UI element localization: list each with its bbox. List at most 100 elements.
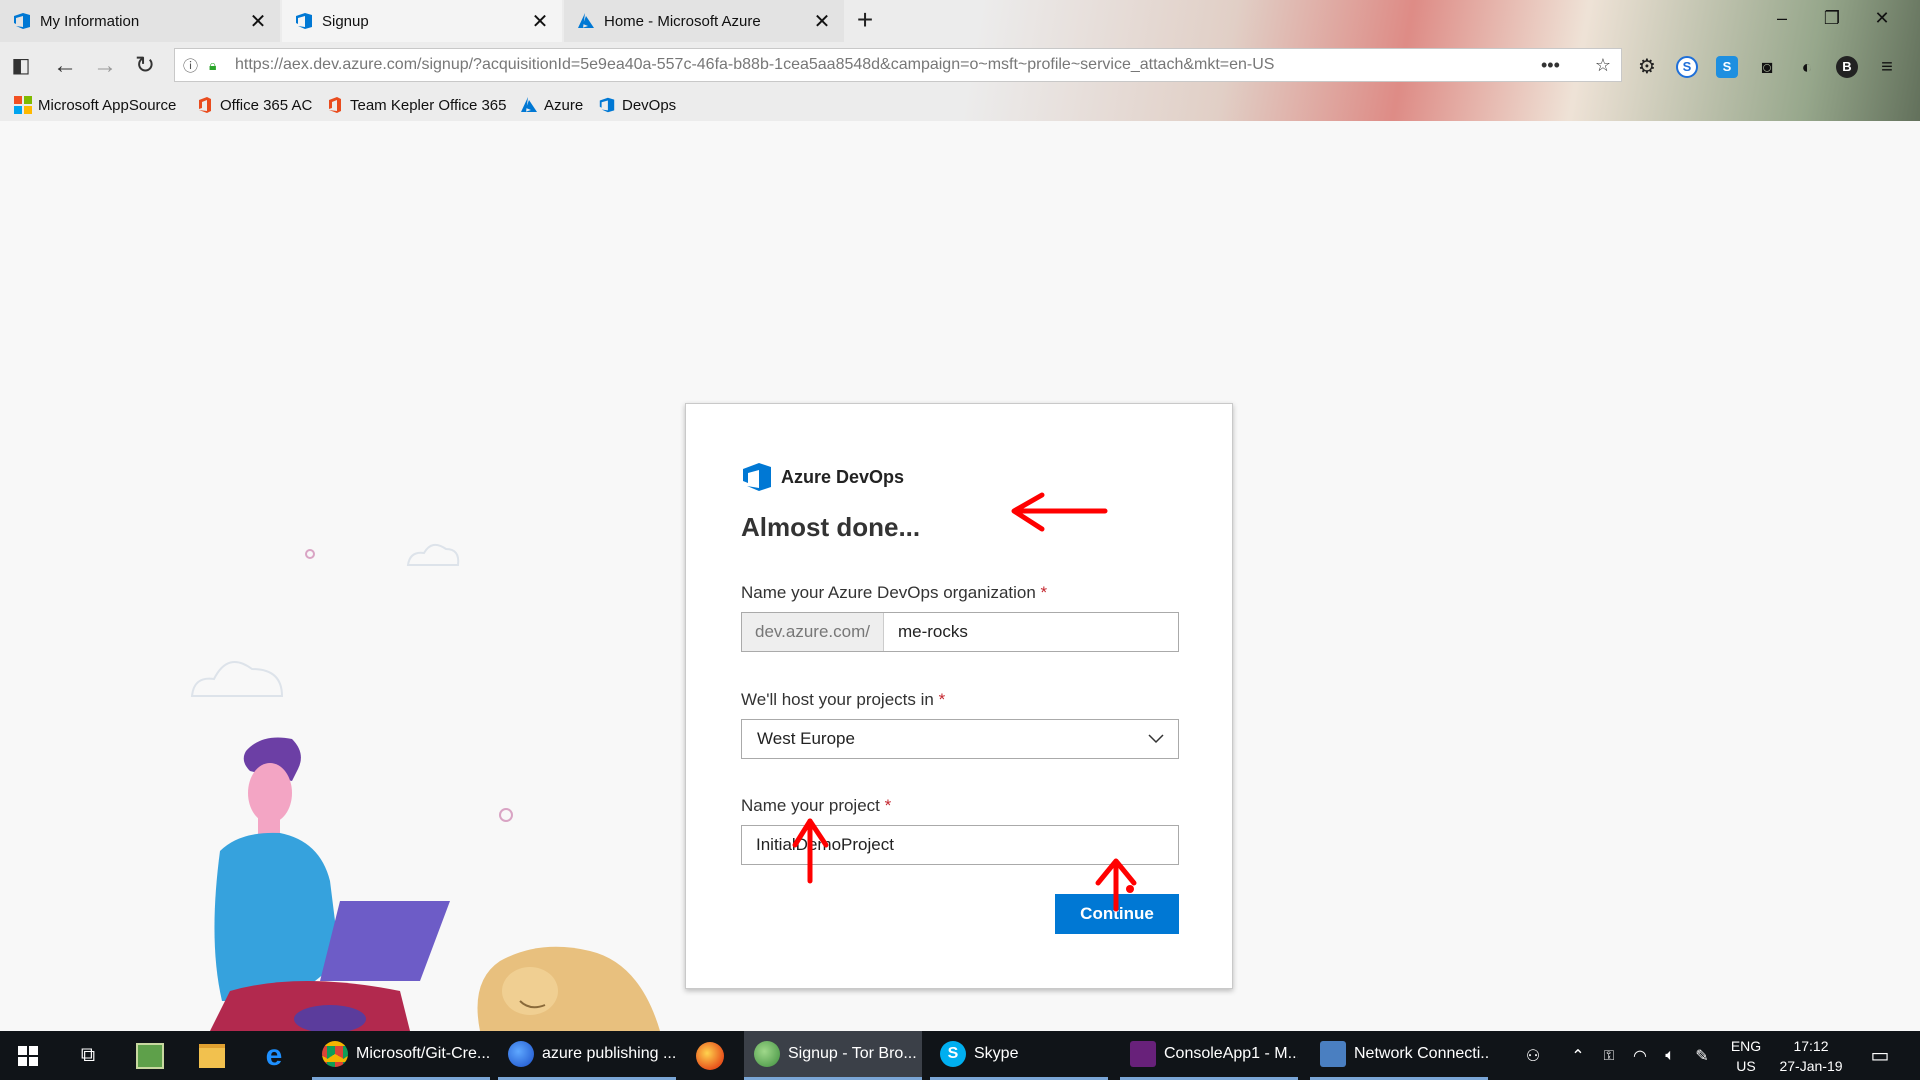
show-hidden-icons-chevron-icon[interactable]: ⌃ — [1566, 1031, 1590, 1080]
notifications-icon[interactable]: ▭ — [1862, 1031, 1898, 1080]
project-field — [741, 825, 1179, 865]
tab-label: Home - Microsoft Azure — [604, 12, 761, 30]
decor-circle — [499, 808, 513, 822]
required-marker: * — [938, 690, 946, 709]
bookmark-azure[interactable]: Azure — [520, 96, 583, 114]
project-label-text: Name your project — [741, 796, 880, 815]
edge-browser-icon[interactable]: e — [248, 1031, 300, 1080]
restore-icon[interactable]: ❐ — [1812, 8, 1852, 34]
taskbar-app-label: Signup - Tor Bro... — [788, 1045, 917, 1062]
org-field: dev.azure.com/ — [741, 612, 1179, 652]
tab-home-microsoft-azure[interactable]: Home - Microsoft Azure ✕ — [564, 0, 844, 42]
visual-studio-icon — [1130, 1041, 1156, 1067]
tab-close-icon[interactable]: ✕ — [812, 9, 832, 34]
project-name-input[interactable] — [742, 826, 1178, 864]
address-bar[interactable]: ⓘ 🔒︎ https://aex.dev.azure.com/signup/?a… — [174, 48, 1622, 82]
taskbar-app-firefox-dev[interactable]: azure publishing ... — [498, 1031, 676, 1080]
taskbar-app-chrome[interactable]: Microsoft/Git-Cre... — [312, 1031, 490, 1080]
settings-gear-icon[interactable]: ⚙ — [1636, 56, 1658, 78]
region-select[interactable]: West Europe — [741, 719, 1179, 759]
reload-icon[interactable]: ↻ — [130, 51, 160, 81]
sidebar-toggle-icon[interactable]: ◧ — [6, 51, 36, 81]
addon-extension-icon[interactable]: B — [1836, 56, 1858, 78]
bookmark-label: Microsoft AppSource — [38, 96, 177, 114]
minimize-icon[interactable]: – — [1762, 8, 1802, 34]
cloud-icon — [406, 543, 460, 566]
decor-circle — [305, 549, 315, 559]
mask-extension-icon[interactable]: ◙ — [1756, 56, 1778, 78]
bookmark-office-365-ac[interactable]: Office 365 AC — [196, 96, 312, 114]
tab-label: Signup — [322, 12, 369, 30]
org-url-prefix: dev.azure.com/ — [742, 613, 884, 651]
bookmark-label: DevOps — [622, 96, 677, 114]
windows-taskbar: ⧉ e Microsoft/Git-Cre... azure publishin… — [0, 1031, 1920, 1080]
chevron-down-icon — [1148, 734, 1164, 744]
clock[interactable]: 17:12 27-Jan-19 — [1772, 1031, 1850, 1080]
tab-close-icon[interactable]: ✕ — [530, 9, 550, 34]
taskbar-app-network-connections[interactable]: Network Connecti... — [1310, 1031, 1488, 1080]
devops-icon — [296, 13, 312, 29]
continue-button[interactable]: Continue — [1055, 894, 1179, 934]
region-label-text: We'll host your projects in — [741, 690, 934, 709]
office-icon — [199, 97, 211, 113]
forward-icon[interactable]: → — [90, 51, 120, 81]
bookmark-microsoft-appsource[interactable]: Microsoft AppSource — [14, 96, 176, 114]
language-indicator[interactable]: ENG US — [1724, 1031, 1768, 1080]
photos-app-icon[interactable] — [124, 1031, 176, 1080]
skype-extension-icon[interactable]: S — [1676, 56, 1698, 78]
microsoft-logo-icon — [14, 96, 32, 114]
back-icon[interactable]: ← — [50, 51, 80, 81]
tab-label: My Information — [40, 12, 140, 30]
privacy-extension-icon[interactable]: ◐ — [1796, 56, 1818, 78]
tab-signup[interactable]: Signup ✕ — [282, 0, 562, 42]
wifi-icon[interactable]: ◠ — [1626, 1031, 1654, 1080]
required-marker: * — [884, 796, 892, 815]
new-tab-button[interactable]: + — [850, 6, 880, 36]
taskbar-app-label: Microsoft/Git-Cre... — [356, 1045, 490, 1062]
devops-icon — [14, 13, 30, 29]
taskbar-app-visual-studio[interactable]: ConsoleApp1 - M... — [1120, 1031, 1298, 1080]
file-explorer-icon[interactable] — [186, 1031, 238, 1080]
office-icon — [329, 97, 341, 113]
tab-my-information[interactable]: My Information ✕ — [0, 0, 280, 42]
taskbar-app-label: ConsoleApp1 - M... — [1164, 1045, 1298, 1062]
windows-logo-icon — [18, 1045, 38, 1066]
taskbar-app-skype[interactable]: S Skype — [930, 1031, 1108, 1080]
browser-chrome: My Information ✕ Signup ✕ Home - Microso… — [0, 0, 1920, 121]
network-connections-icon — [1320, 1041, 1346, 1067]
menu-icon[interactable]: ≡ — [1876, 56, 1898, 78]
page-content: Azure DevOps Almost done... Name your Az… — [0, 121, 1920, 1031]
project-field-label: Name your project * — [741, 796, 891, 816]
bookmark-label: Team Kepler Office 365 — [350, 96, 507, 114]
brand: Azure DevOps — [741, 462, 904, 492]
azure-devops-logo-icon — [743, 463, 771, 491]
page-title: Almost done... — [741, 512, 921, 542]
bookmark-star-icon[interactable]: ☆ — [1595, 55, 1611, 76]
org-name-input[interactable] — [883, 613, 1178, 651]
taskbar-app-label: Skype — [974, 1045, 1019, 1062]
tor-browser-icon — [754, 1041, 780, 1067]
azure-icon — [578, 13, 594, 28]
bookmark-devops[interactable]: DevOps — [598, 96, 676, 114]
taskbar-app-tor-browser[interactable]: Signup - Tor Bro... — [744, 1031, 922, 1080]
signup-card: Azure DevOps Almost done... Name your Az… — [685, 403, 1233, 989]
volume-icon[interactable]: 🔈︎ — [1656, 1031, 1684, 1080]
skype-share-extension-icon[interactable]: S — [1716, 56, 1738, 78]
developer-illustration — [210, 737, 450, 1031]
url-text[interactable]: https://aex.dev.azure.com/signup/?acquis… — [235, 56, 1541, 74]
people-icon[interactable]: ⚇ — [1518, 1031, 1548, 1080]
page-actions-icon[interactable]: ••• — [1541, 55, 1560, 76]
close-window-icon[interactable]: ✕ — [1862, 8, 1902, 34]
devops-icon — [599, 97, 615, 113]
pen-icon[interactable]: ✎ — [1688, 1031, 1716, 1080]
bookmark-team-kepler-office-365[interactable]: Team Kepler Office 365 — [326, 96, 506, 114]
start-button[interactable] — [2, 1031, 54, 1080]
tab-close-icon[interactable]: ✕ — [248, 9, 268, 34]
region-field-label: We'll host your projects in * — [741, 690, 945, 710]
chrome-icon — [322, 1041, 348, 1067]
cloud-icon — [190, 660, 284, 697]
site-info-icon[interactable]: ⓘ — [183, 55, 205, 76]
task-view-icon[interactable]: ⧉ — [62, 1031, 114, 1080]
input-indicator-icon[interactable]: ⚿ — [1594, 1031, 1624, 1080]
firefox-icon[interactable] — [684, 1031, 736, 1080]
